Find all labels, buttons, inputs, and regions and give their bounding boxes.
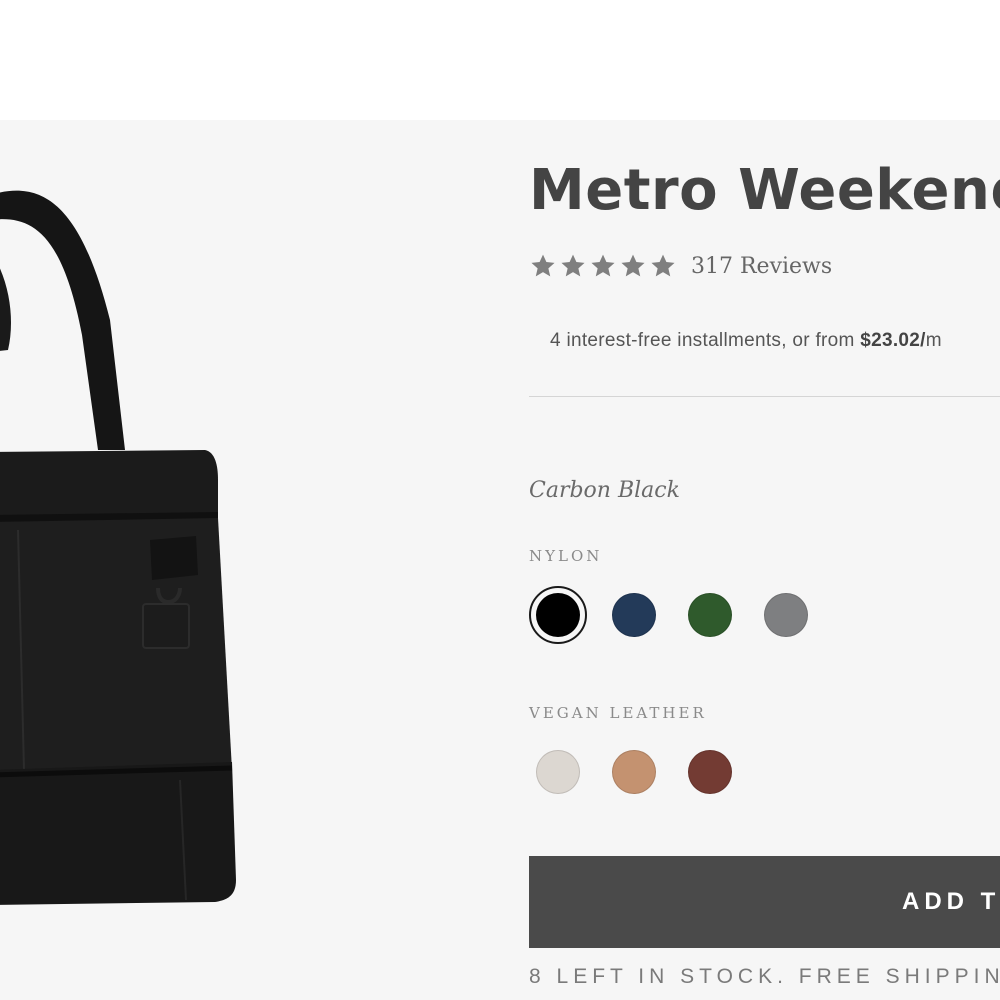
swatch-color [764,593,808,637]
vegan-leather-swatch-tan[interactable] [605,743,663,801]
installments-amount: $23.02/ [860,330,926,351]
divider [529,396,1000,397]
installments-prefix: 4 interest-free installments, or from [550,330,861,351]
swatch-color [688,750,732,794]
add-to-cart-button[interactable]: ADD TO CART [529,856,1000,948]
swatch-color [536,750,580,794]
selected-color-name: Carbon Black [529,478,680,503]
star-icon [621,254,645,277]
rating-row[interactable]: 317 Reviews [529,252,832,280]
star-icon [591,254,615,277]
star-icon [561,254,585,277]
star-icon [651,254,675,277]
swatch-color [612,750,656,794]
vegan-leather-swatch-brown[interactable] [681,743,739,801]
installments-text: 4 interest-free installments, or from $2… [550,330,942,352]
nylon-label: NYLON [529,547,603,565]
swatch-color [688,593,732,637]
nylon-swatch-green[interactable] [681,586,739,644]
reviews-link[interactable]: 317 Reviews [691,254,832,279]
nylon-swatch-navy[interactable] [605,586,663,644]
vegan-leather-swatches [529,743,757,801]
swatch-color [612,593,656,637]
product-title: Metro Weekend [529,158,1000,223]
product-image [0,190,236,905]
vegan-leather-label: VEGAN LEATHER [529,704,707,722]
product-page: Metro Weekend 317 Reviews 4 interest-fre… [0,0,1000,1000]
vegan-leather-swatch-bone[interactable] [529,743,587,801]
installments-suffix: m [925,330,942,351]
rating-stars [529,252,677,280]
nylon-swatches [529,586,833,644]
star-icon [531,254,555,277]
nylon-swatch-grey[interactable] [757,586,815,644]
stock-note: 8 LEFT IN STOCK. FREE SHIPPING [529,965,1000,988]
nylon-swatch-black[interactable] [529,586,587,644]
product-info: Metro Weekend 317 Reviews 4 interest-fre… [529,120,1000,1000]
swatch-color [536,593,580,637]
product-area: Metro Weekend 317 Reviews 4 interest-fre… [0,120,1000,1000]
